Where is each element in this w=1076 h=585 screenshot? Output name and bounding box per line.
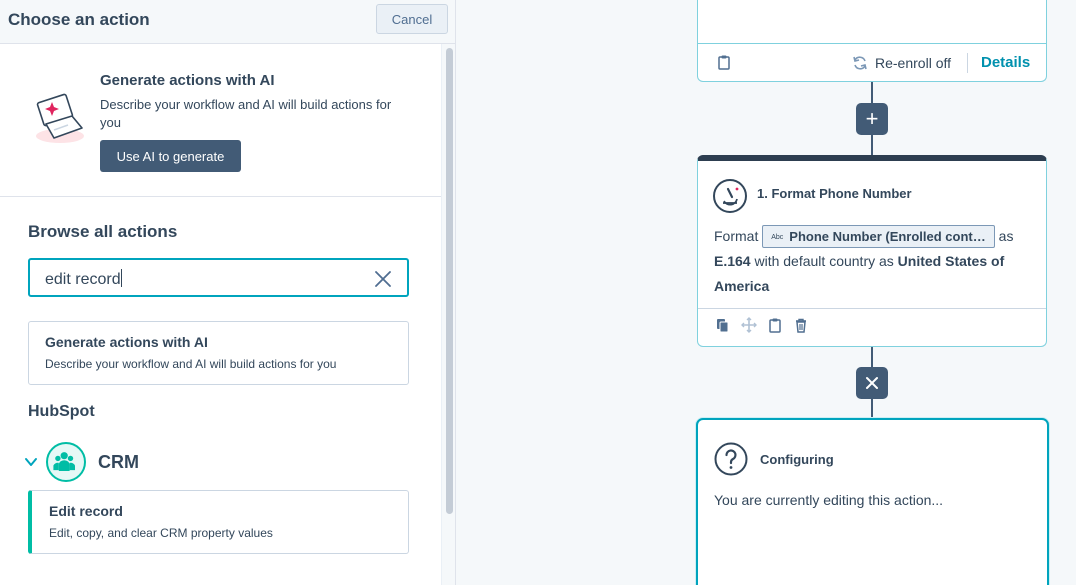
node-toolbar [698,308,1046,346]
reenroll-status: Re-enroll off [875,55,952,71]
connector-line [871,135,873,155]
search-input[interactable]: edit record [28,258,409,297]
edit-record-action[interactable]: Edit record Edit, copy, and clear CRM pr… [28,490,409,554]
panel-title: Choose an action [8,10,150,29]
clipboard-icon[interactable] [767,317,783,333]
close-button[interactable] [856,367,888,399]
category-label: CRM [98,452,139,472]
copy-icon[interactable] [715,317,731,333]
category-crm-toggle[interactable]: CRM [20,442,220,482]
property-token[interactable]: Abc Phone Number (Enrolled cont… [762,225,995,248]
node-summary: Format Abc Phone Number (Enrolled cont… a… [714,224,1034,299]
result-description: Describe your workflow and AI will build… [45,357,337,371]
connector-line [871,347,873,367]
close-icon [866,377,878,389]
cancel-button[interactable]: Cancel [376,4,448,34]
generate-ai-result-card[interactable]: Generate actions with AI Describe your w… [28,321,409,385]
connector-line [871,399,873,418]
node-title: 1. Format Phone Number [757,186,912,201]
close-icon[interactable] [374,270,392,288]
format-data-icon [713,179,747,213]
trigger-node[interactable]: Re-enroll off Details [697,0,1047,82]
refresh-icon [853,56,867,70]
node-title: Configuring [760,452,834,467]
group-title-hubspot: HubSpot [28,403,95,420]
question-icon [714,442,748,476]
add-action-button[interactable]: + [856,103,888,135]
node-body: You are currently editing this action... [714,492,944,508]
clipboard-icon[interactable] [717,54,731,70]
use-ai-button[interactable]: Use AI to generate [100,140,241,172]
ai-promo-title: Generate actions with AI [100,72,275,89]
search-input-value[interactable]: edit record [45,269,122,289]
trigger-node-footer: Re-enroll off Details [698,43,1046,81]
choose-action-panel: Choose an action Cancel Generate actions… [0,0,456,585]
action-description: Edit, copy, and clear CRM property value… [49,526,273,540]
ai-laptop-icon [36,93,84,143]
text-caret [120,269,122,287]
panel-header: Choose an action Cancel [0,0,455,44]
result-title: Generate actions with AI [45,334,208,350]
panel-scrollbar[interactable] [441,44,455,585]
action-title: Edit record [49,503,123,519]
chevron-down-icon [25,458,37,466]
move-icon[interactable] [741,317,757,333]
trash-icon[interactable] [793,317,809,333]
configuring-node[interactable]: Configuring You are currently editing th… [696,418,1049,585]
ai-promo-description: Describe your workflow and AI will build… [100,97,392,130]
ai-promo-card: Generate actions with AI Describe your w… [0,44,441,197]
browse-title: Browse all actions [28,222,178,241]
divider [967,53,968,73]
people-icon [46,442,86,482]
scrollbar-thumb[interactable] [446,48,453,514]
connector-line [871,82,873,103]
format-phone-node[interactable]: 1. Format Phone Number Format Abc Phone N… [697,155,1047,347]
details-link[interactable]: Details [981,54,1030,71]
